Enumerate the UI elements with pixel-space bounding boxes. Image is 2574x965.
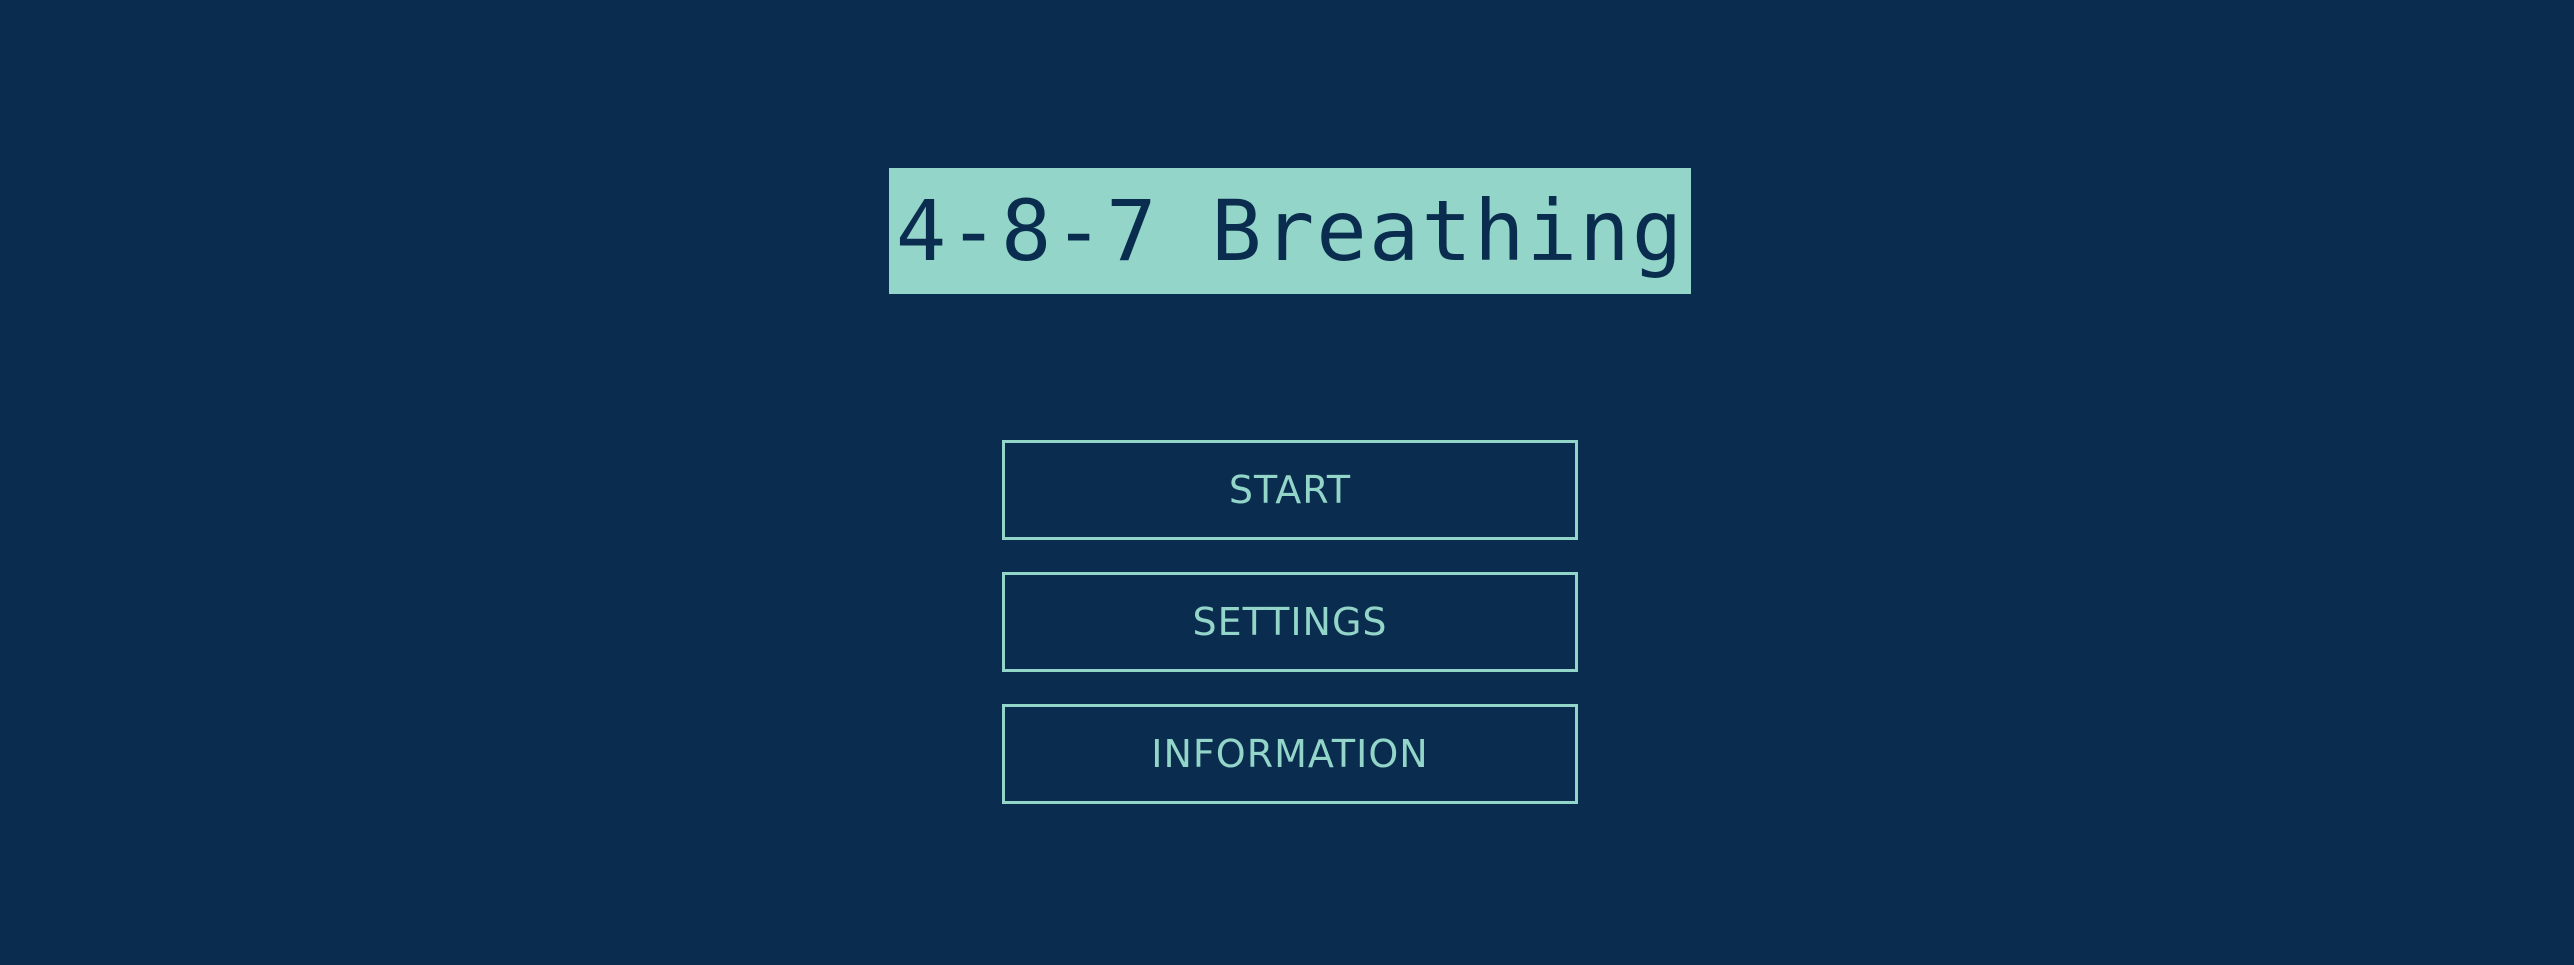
information-button[interactable]: INFORMATION [1002, 704, 1578, 804]
app-title: 4-8-7 Breathing [895, 182, 1685, 280]
main-menu-screen: 4-8-7 Breathing START SETTINGS INFORMATI… [0, 0, 2574, 965]
settings-button[interactable]: SETTINGS [1002, 572, 1578, 672]
start-button[interactable]: START [1002, 440, 1578, 540]
app-title-banner: 4-8-7 Breathing [889, 168, 1691, 294]
